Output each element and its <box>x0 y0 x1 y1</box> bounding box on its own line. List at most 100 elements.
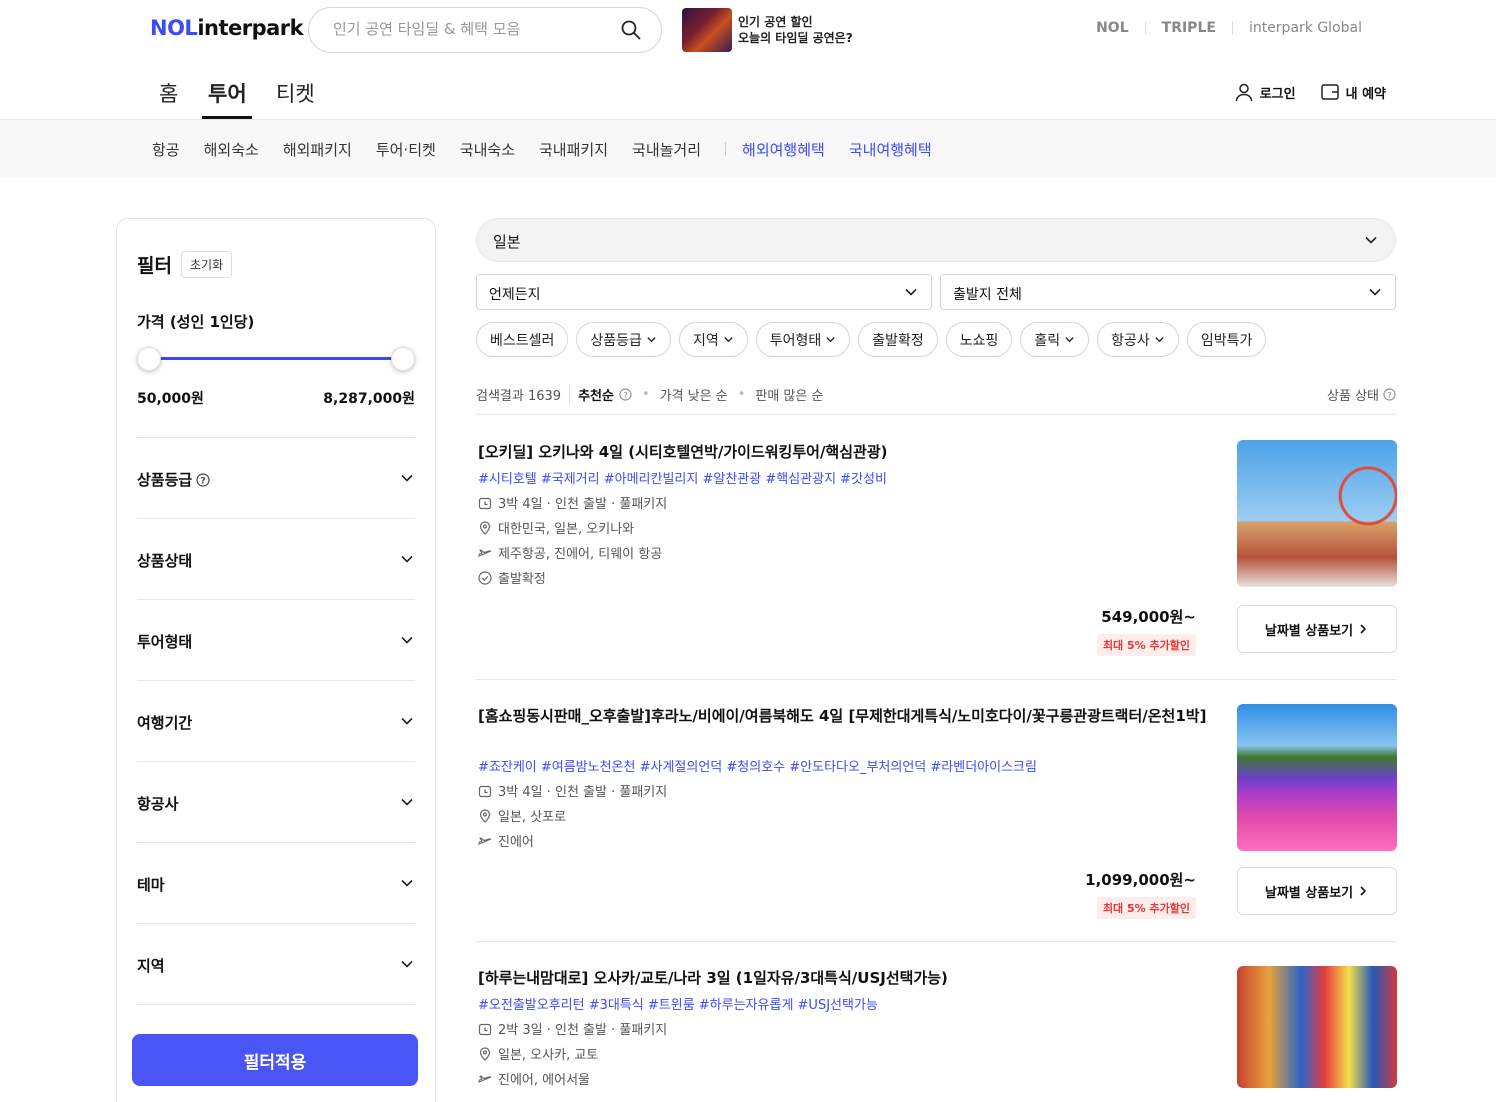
login-label: 로그인 <box>1259 86 1296 102</box>
product-card[interactable]: [홈쇼핑동시판매_오후출발]후라노/비에이/여름북해도 4일 [무제한대게특식/… <box>476 704 1397 942</box>
product-duration-text: 3박 4일 · 인천 출발 · 풀패키지 <box>498 497 668 512</box>
filter-section-region[interactable]: 지역 <box>137 923 415 1004</box>
chevron-down-icon <box>1065 337 1074 343</box>
chevron-down-icon <box>724 337 733 343</box>
price-slider-max-handle[interactable] <box>391 347 415 371</box>
check-circle-icon <box>478 570 492 585</box>
chip-label: 항공사 <box>1111 332 1150 349</box>
sort-recommended[interactable]: 추천순 <box>569 385 614 404</box>
brand-link-nol[interactable]: NOL <box>1080 20 1145 36</box>
tab-ticket[interactable]: 티켓 <box>276 78 315 108</box>
search-box[interactable] <box>308 7 662 53</box>
date-select[interactable]: 언제든지 <box>476 274 932 310</box>
help-icon[interactable]: ? <box>196 472 210 487</box>
promo-line-2: 오늘의 타임딜 공연은? <box>738 31 853 45</box>
departure-select[interactable]: 출발지 전체 <box>940 274 1396 310</box>
subnav-item-domestic-activity[interactable]: 국내놀거리 <box>632 139 701 160</box>
filter-section-grade[interactable]: 상품등급 ? <box>137 437 415 518</box>
product-tags: #시티호텔 #국제거리 #아메리칸빌리지 #알찬관광 #핵심관광지 #갓성비 <box>478 472 887 487</box>
chip-holic[interactable]: 홀릭 <box>1020 322 1090 357</box>
product-duration: 3박 4일 · 인천 출발 · 풀패키지 <box>478 781 667 800</box>
product-price: 1,099,000원~ <box>1085 871 1196 889</box>
reset-button[interactable]: 초기화 <box>181 251 233 278</box>
subnav-item-overseas-hotel[interactable]: 해외숙소 <box>204 139 259 160</box>
product-card[interactable]: [오키딜] 오키나와 4일 (시티호텔연박/가이드워킹투어/핵심관광) #시티호… <box>476 440 1397 680</box>
tab-tour[interactable]: 투어 <box>208 78 247 108</box>
divider <box>725 142 727 156</box>
sub-nav: 항공 해외숙소 해외패키지 투어·티켓 국내숙소 국내패키지 국내놀거리 해외여… <box>0 120 1496 178</box>
product-airline: 진에어, 에어서울 <box>478 1069 590 1088</box>
tab-home[interactable]: 홈 <box>159 78 178 108</box>
login-link[interactable]: 로그인 <box>1234 82 1296 102</box>
product-title[interactable]: [하루는내맘대로] 오사카/교토/나라 3일 (1일자유/3대특식/USJ선택가… <box>478 966 1218 990</box>
product-image[interactable] <box>1237 966 1397 1088</box>
chip-confirmed[interactable]: 출발확정 <box>858 322 938 357</box>
subnav-item-overseas-package[interactable]: 해외패키지 <box>283 139 352 160</box>
filter-section-airline[interactable]: 항공사 <box>137 761 415 842</box>
price-max-value: 8,287,000원 <box>323 391 415 407</box>
search-input[interactable] <box>333 20 603 38</box>
chip-airline[interactable]: 항공사 <box>1097 322 1179 357</box>
chip-bestseller[interactable]: 베스트셀러 <box>476 322 569 357</box>
sort-bar: 검색결과 1639 추천순 ? • 가격 낮은 순 • 판매 많은 순 상품 상… <box>476 385 1396 415</box>
product-image[interactable] <box>1237 440 1397 587</box>
brand-link-triple[interactable]: TRIPLE <box>1146 20 1232 36</box>
brand-link-global[interactable]: interpark Global <box>1233 20 1378 36</box>
discount-badge: 최대 5% 추가할인 <box>1096 634 1196 656</box>
product-title[interactable]: [오키딜] 오키나와 4일 (시티호텔연박/가이드워킹투어/핵심관광) <box>478 440 1218 464</box>
view-by-date-button[interactable]: 날짜별 상품보기 <box>1237 605 1397 653</box>
svg-text:?: ? <box>201 476 206 486</box>
chevron-down-icon <box>401 474 413 482</box>
filter-section-duration[interactable]: 여행기간 <box>137 680 415 761</box>
chevron-right-icon <box>1360 886 1367 896</box>
subnav-item-domestic-hotel[interactable]: 국내숙소 <box>460 139 515 160</box>
filter-section-label: 상품등급 <box>137 471 193 489</box>
filter-section-theme[interactable]: 테마 <box>137 842 415 923</box>
product-location: 대한민국, 일본, 오키나와 <box>478 518 634 537</box>
subnav-item-flight[interactable]: 항공 <box>152 139 180 160</box>
help-icon[interactable]: ? <box>619 388 632 401</box>
promo-banner[interactable]: 인기 공연 할인 오늘의 타임딜 공연은? <box>738 14 853 46</box>
subnav-item-domestic-benefit[interactable]: 국내여행혜택 <box>849 139 932 160</box>
discount-badge: 최대 5% 추가할인 <box>1096 897 1196 919</box>
price-label: 가격 (성인 1인당) <box>137 313 255 331</box>
view-by-date-label: 날짜별 상품보기 <box>1264 885 1354 901</box>
promo-image[interactable] <box>682 8 732 52</box>
product-price: 549,000원~ <box>1101 608 1196 626</box>
reservation-icon <box>1320 84 1339 100</box>
chevron-right-icon <box>1360 624 1367 634</box>
filter-section-status[interactable]: 상품상태 <box>137 518 415 599</box>
product-duration-text: 2박 3일 · 인천 출발 · 풀패키지 <box>498 1023 668 1038</box>
brand-logo[interactable]: NOLinterpark <box>150 16 304 40</box>
chevron-down-icon <box>647 337 656 343</box>
product-tags: #죠잔케이 #여름밤노천온천 #사계절의언덕 #청의호수 #안도타다오_부처의언… <box>478 760 1037 775</box>
chevron-down-icon <box>826 337 835 343</box>
chip-grade[interactable]: 상품등급 <box>576 322 671 357</box>
sort-best-selling[interactable]: 판매 많은 순 <box>755 385 823 404</box>
subnav-item-tour-ticket[interactable]: 투어·티켓 <box>376 139 436 160</box>
subnav-item-domestic-package[interactable]: 국내패키지 <box>539 139 608 160</box>
price-slider-min-handle[interactable] <box>137 347 161 371</box>
product-image[interactable] <box>1237 704 1397 851</box>
logo-nol: NOL <box>150 16 198 40</box>
chip-tour-type[interactable]: 투어형태 <box>755 322 851 357</box>
product-title[interactable]: [홈쇼핑동시판매_오후출발]후라노/비에이/여름북해도 4일 [무제한대게특식/… <box>478 704 1218 728</box>
view-by-date-button[interactable]: 날짜별 상품보기 <box>1237 867 1397 915</box>
product-card[interactable]: [하루는내맘대로] 오사카/교토/나라 3일 (1일자유/3대특식/USJ선택가… <box>476 966 1397 1102</box>
chip-last-minute[interactable]: 임박특가 <box>1186 322 1267 357</box>
chip-label: 투어형태 <box>769 332 822 349</box>
separator-dot: • <box>737 387 746 402</box>
product-status-toggle[interactable]: 상품 상태 ? <box>1327 385 1396 404</box>
price-slider-track[interactable] <box>149 357 403 360</box>
chip-label: 상품등급 <box>590 332 642 349</box>
filter-section-tour-type[interactable]: 투어형태 <box>137 599 415 680</box>
chip-no-shopping[interactable]: 노쇼핑 <box>945 322 1013 357</box>
subnav-item-overseas-benefit[interactable]: 해외여행혜택 <box>742 139 825 160</box>
sort-price-low[interactable]: 가격 낮은 순 <box>660 385 728 404</box>
apply-filter-button[interactable]: 필터적용 <box>132 1034 418 1086</box>
chip-region[interactable]: 지역 <box>678 322 748 357</box>
my-reservation-link[interactable]: 내 예약 <box>1320 82 1386 102</box>
search-icon[interactable] <box>621 20 641 44</box>
date-value: 언제든지 <box>489 287 541 303</box>
destination-select[interactable]: 일본 <box>476 218 1396 262</box>
